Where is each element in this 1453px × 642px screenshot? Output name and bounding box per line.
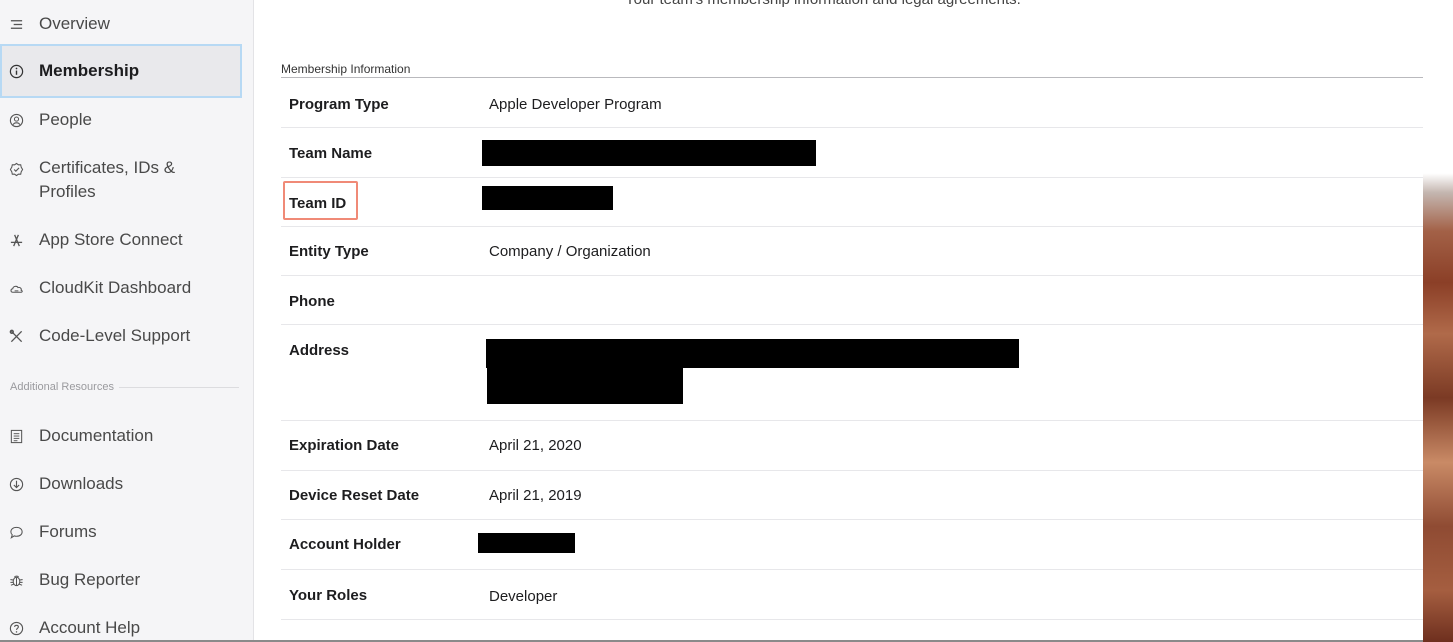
row-label: Entity Type [289, 243, 369, 260]
person-icon [8, 112, 24, 128]
row-value: Company / Organization [489, 243, 651, 260]
main-content: Your team's membership information and l… [255, 0, 1423, 642]
row-label: Program Type [289, 96, 389, 113]
info-row-account-holder: Account Holder [281, 520, 1423, 570]
row-value: Developer [489, 588, 558, 605]
info-row-your-roles: Your Roles Developer [281, 570, 1423, 620]
sidebar-item-certificates[interactable]: Certificates, IDs & Profiles [0, 156, 215, 204]
redacted-block [478, 533, 575, 553]
team-id-highlight [283, 181, 358, 220]
row-label: Account Holder [289, 536, 401, 553]
divider [118, 386, 239, 388]
row-value: April 21, 2019 [489, 487, 582, 504]
sidebar-item-label: Code-Level Support [39, 326, 191, 345]
sidebar-item-label: Downloads [39, 474, 124, 493]
info-row-team-id: Team ID [281, 178, 1423, 227]
redacted-block [486, 339, 1019, 368]
row-label: Address [289, 342, 350, 359]
sidebar-item-label: People [39, 110, 92, 129]
row-label: Device Reset Date [289, 487, 420, 504]
section-label-text: Additional Resources [10, 381, 114, 393]
sidebar-item-account-help[interactable]: Account Help [0, 616, 242, 640]
sidebar-item-documentation[interactable]: Documentation [0, 424, 242, 448]
info-row-device-reset-date: Device Reset Date April 21, 2019 [281, 471, 1423, 520]
sidebar-item-overview[interactable]: Overview [0, 12, 242, 36]
section-title: Membership Information [281, 62, 1423, 78]
info-row-expiration-date: Expiration Date April 21, 2020 [281, 421, 1423, 471]
row-label: Phone [289, 293, 335, 310]
sidebar-item-app-store-connect[interactable]: App Store Connect [0, 228, 242, 252]
info-row-program-type: Program Type Apple Developer Program [281, 79, 1423, 128]
sidebar-item-label: Membership [39, 61, 140, 80]
sidebar-item-label: Account Help [39, 618, 141, 637]
document-icon [8, 428, 24, 444]
sidebar-item-downloads[interactable]: Downloads [0, 472, 242, 496]
redacted-block [482, 140, 816, 166]
info-row-address: Address [281, 325, 1423, 421]
sidebar-item-label: Certificates, IDs & Profiles [39, 158, 176, 201]
sidebar-item-label: Overview [39, 14, 110, 33]
row-value: April 21, 2020 [489, 437, 582, 454]
question-icon [8, 620, 24, 636]
sidebar-item-code-level-support[interactable]: Code-Level Support [0, 324, 242, 348]
row-value: Apple Developer Program [489, 96, 662, 113]
certificate-icon [8, 161, 24, 177]
row-label: Expiration Date [289, 437, 400, 454]
desktop-wallpaper-strip [1423, 0, 1453, 642]
sidebar-item-label: Bug Reporter [39, 570, 141, 589]
sidebar: Overview Membership People Certificates,… [0, 0, 254, 642]
info-row-phone: Phone [281, 276, 1423, 325]
list-icon [8, 16, 24, 32]
sidebar-item-membership[interactable]: Membership [0, 44, 242, 98]
sidebar-item-label: Documentation [39, 426, 154, 445]
download-icon [8, 476, 24, 492]
page-intro-text: Your team's membership information and l… [625, 0, 1021, 8]
tools-icon [8, 328, 24, 344]
bug-icon [8, 572, 24, 588]
cloud-icon [8, 280, 24, 296]
info-row-team-name: Team Name [281, 128, 1423, 178]
sidebar-item-cloudkit[interactable]: CloudKit Dashboard [0, 276, 242, 300]
redacted-block [487, 368, 683, 404]
sidebar-item-label: App Store Connect [39, 230, 183, 249]
sidebar-item-label: CloudKit Dashboard [39, 278, 192, 297]
info-icon [8, 63, 24, 79]
sidebar-item-bug-reporter[interactable]: Bug Reporter [0, 568, 242, 592]
sidebar-item-people[interactable]: People [0, 108, 242, 132]
sidebar-item-label: Forums [39, 522, 97, 541]
app-store-icon [8, 232, 24, 248]
info-row-entity-type: Entity Type Company / Organization [281, 227, 1423, 276]
additional-resources-heading: Additional Resources [10, 381, 239, 393]
chat-bubble-icon [8, 524, 24, 540]
row-label: Team Name [289, 145, 373, 162]
redacted-block [482, 186, 613, 210]
row-label: Your Roles [289, 587, 368, 604]
sidebar-item-forums[interactable]: Forums [0, 520, 242, 544]
